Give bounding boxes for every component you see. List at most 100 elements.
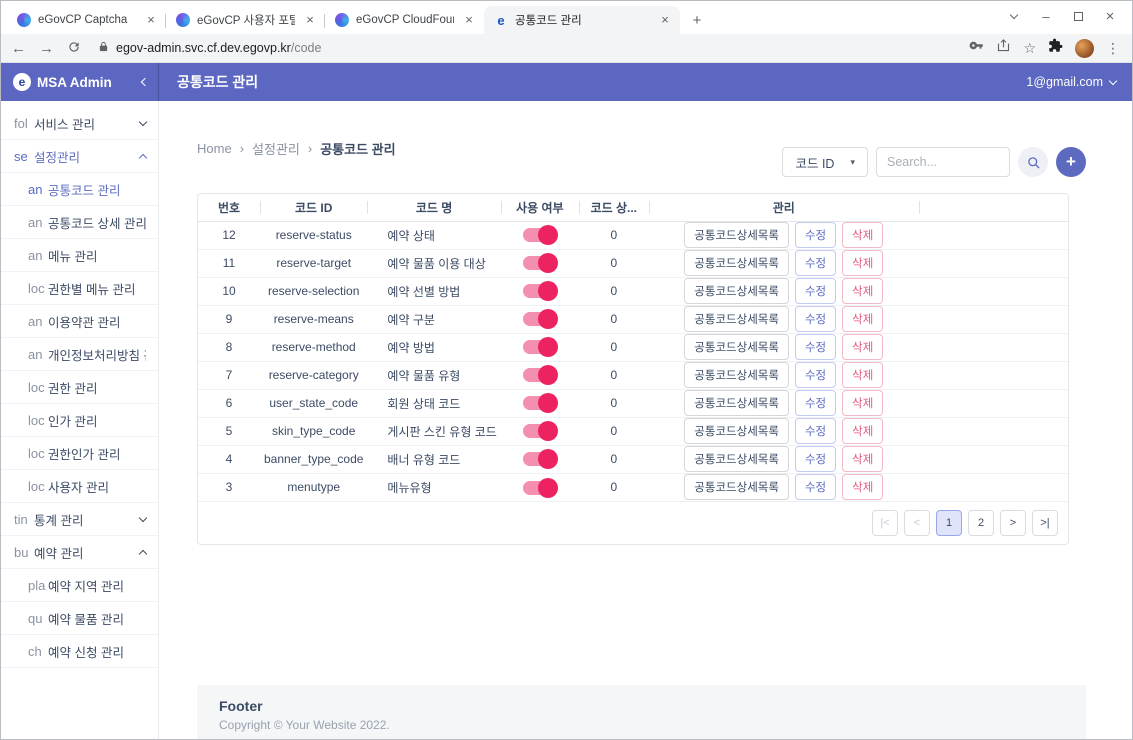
cell-use xyxy=(501,361,579,389)
sidebar-item-link[interactable]: an이용약관 관리 xyxy=(1,305,158,338)
sidebar-item-link[interactable]: pla예약 지역 관리 xyxy=(1,569,158,602)
detail-list-button[interactable]: 공통코드상세목록 xyxy=(684,334,789,360)
key-icon[interactable] xyxy=(969,38,984,58)
tab-close-icon[interactable]: × xyxy=(657,12,673,28)
delete-button[interactable]: 삭제 xyxy=(842,418,883,444)
tab-close-icon[interactable]: × xyxy=(302,12,318,28)
sidebar-item-group[interactable]: bu예약 관리 xyxy=(1,536,158,569)
use-toggle[interactable] xyxy=(523,368,556,382)
reload-icon[interactable] xyxy=(67,40,81,57)
sidebar-item-link[interactable]: loc권한인가 관리 xyxy=(1,437,158,470)
browser-tab[interactable]: e공통코드 관리× xyxy=(484,6,680,34)
search-button[interactable] xyxy=(1018,147,1048,177)
user-menu[interactable]: 1@gmail.com xyxy=(1026,63,1132,101)
tab-close-icon[interactable]: × xyxy=(143,12,159,28)
filter-select[interactable]: 코드 ID ▾ xyxy=(782,147,868,177)
detail-list-button[interactable]: 공통코드상세목록 xyxy=(684,362,789,388)
breadcrumb-home[interactable]: Home xyxy=(197,141,232,156)
forward-icon[interactable]: → xyxy=(39,41,54,56)
tab-close-icon[interactable]: × xyxy=(461,12,477,28)
sidebar-item-link[interactable]: loc인가 관리 xyxy=(1,404,158,437)
sidebar-item-group[interactable]: fol서비스 관리 xyxy=(1,107,158,140)
page-next-button[interactable]: > xyxy=(1000,510,1026,536)
sidebar-item-group[interactable]: tin통계 관리 xyxy=(1,503,158,536)
delete-button[interactable]: 삭제 xyxy=(842,222,883,248)
detail-list-button[interactable]: 공통코드상세목록 xyxy=(684,306,789,332)
delete-button[interactable]: 삭제 xyxy=(842,250,883,276)
sidebar-item-link[interactable]: an개인정보처리방침 관 xyxy=(1,338,158,371)
detail-list-button[interactable]: 공통코드상세목록 xyxy=(684,390,789,416)
use-toggle[interactable] xyxy=(523,228,556,242)
cell-code-id: banner_type_code xyxy=(260,445,367,473)
delete-button[interactable]: 삭제 xyxy=(842,306,883,332)
cell-no: 4 xyxy=(198,445,260,473)
page-last-button[interactable]: >| xyxy=(1032,510,1058,536)
use-toggle[interactable] xyxy=(523,452,556,466)
menu-icon[interactable]: ⋮ xyxy=(1106,40,1120,57)
edit-button[interactable]: 수정 xyxy=(795,222,836,248)
extensions-icon[interactable] xyxy=(1048,38,1063,58)
sidebar-item-link[interactable]: an공통코드 관리 xyxy=(1,173,158,206)
delete-button[interactable]: 삭제 xyxy=(842,362,883,388)
detail-list-button[interactable]: 공통코드상세목록 xyxy=(684,474,789,500)
sidebar-item-link[interactable]: an메뉴 관리 xyxy=(1,239,158,272)
use-toggle[interactable] xyxy=(523,284,556,298)
sidebar-item-label: 인가 관리 xyxy=(48,411,97,430)
detail-list-button[interactable]: 공통코드상세목록 xyxy=(684,250,789,276)
add-button[interactable]: + xyxy=(1056,147,1086,177)
use-toggle[interactable] xyxy=(523,424,556,438)
detail-list-button[interactable]: 공통코드상세목록 xyxy=(684,418,789,444)
sidebar-item-group[interactable]: se설정관리 xyxy=(1,140,158,173)
share-icon[interactable] xyxy=(996,38,1011,58)
detail-list-button[interactable]: 공통코드상세목록 xyxy=(684,278,789,304)
delete-button[interactable]: 삭제 xyxy=(842,334,883,360)
page-page-button[interactable]: 1 xyxy=(936,510,962,536)
edit-button[interactable]: 수정 xyxy=(795,334,836,360)
edit-button[interactable]: 수정 xyxy=(795,390,836,416)
sidebar-item-link[interactable]: qu예약 물품 관리 xyxy=(1,602,158,635)
loc-icon: loc xyxy=(28,413,48,428)
detail-list-button[interactable]: 공통코드상세목록 xyxy=(684,222,789,248)
url-host: egov-admin.svc.cf.dev.egovp.kr xyxy=(116,41,291,55)
use-toggle[interactable] xyxy=(523,396,556,410)
detail-list-button[interactable]: 공통코드상세목록 xyxy=(684,446,789,472)
edit-button[interactable]: 수정 xyxy=(795,474,836,500)
new-tab-button[interactable]: + xyxy=(684,7,710,33)
address-bar[interactable]: egov-admin.svc.cf.dev.egovp.kr/code xyxy=(94,39,956,57)
minimize-icon[interactable]: – xyxy=(1030,2,1062,30)
use-toggle[interactable] xyxy=(523,256,556,270)
edit-button[interactable]: 수정 xyxy=(795,362,836,388)
browser-tab[interactable]: eGovCP CloudFoundry × xyxy=(325,6,484,34)
sidebar-collapse-icon[interactable] xyxy=(141,78,149,86)
browser-tab[interactable]: eGovCP Captcha× xyxy=(7,6,166,34)
search-input[interactable] xyxy=(876,147,1010,177)
close-icon[interactable]: × xyxy=(1094,2,1126,30)
edit-button[interactable]: 수정 xyxy=(795,250,836,276)
delete-button[interactable]: 삭제 xyxy=(842,278,883,304)
breadcrumb-settings[interactable]: 설정관리 xyxy=(252,139,300,158)
page-page-button[interactable]: 2 xyxy=(968,510,994,536)
cell-no: 6 xyxy=(198,389,260,417)
star-icon[interactable]: ☆ xyxy=(1023,40,1036,57)
use-toggle[interactable] xyxy=(523,312,556,326)
chevron-down-icon[interactable] xyxy=(998,2,1030,30)
delete-button[interactable]: 삭제 xyxy=(842,474,883,500)
maximize-icon[interactable] xyxy=(1062,2,1094,30)
edit-button[interactable]: 수정 xyxy=(795,446,836,472)
sidebar-item-link[interactable]: loc사용자 관리 xyxy=(1,470,158,503)
browser-tab[interactable]: eGovCP 사용자 포털× xyxy=(166,6,325,34)
tab-title: eGovCP CloudFoundry xyxy=(356,14,454,26)
sidebar-item-link[interactable]: an공통코드 상세 관리 xyxy=(1,206,158,239)
sidebar-item-link[interactable]: ch예약 신청 관리 xyxy=(1,635,158,668)
delete-button[interactable]: 삭제 xyxy=(842,390,883,416)
back-icon[interactable]: ← xyxy=(11,41,26,56)
use-toggle[interactable] xyxy=(523,340,556,354)
edit-button[interactable]: 수정 xyxy=(795,418,836,444)
use-toggle[interactable] xyxy=(523,481,556,495)
sidebar-item-link[interactable]: loc권한별 메뉴 관리 xyxy=(1,272,158,305)
edit-button[interactable]: 수정 xyxy=(795,278,836,304)
sidebar-item-link[interactable]: loc권한 관리 xyxy=(1,371,158,404)
delete-button[interactable]: 삭제 xyxy=(842,446,883,472)
edit-button[interactable]: 수정 xyxy=(795,306,836,332)
profile-avatar[interactable] xyxy=(1075,39,1094,58)
